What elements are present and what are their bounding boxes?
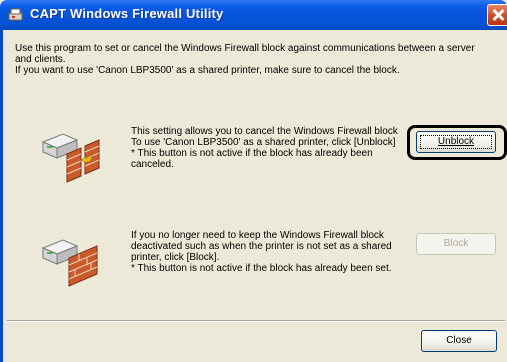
block-line: * This button is not active if the block… xyxy=(131,263,392,274)
dialog-body: Use this program to set or cancel the Wi… xyxy=(0,30,507,362)
close-button-label: Close xyxy=(446,335,472,346)
block-line: deactivated such as when the printer is … xyxy=(131,241,392,252)
unblock-line: This setting allows you to cancel the Wi… xyxy=(131,126,398,137)
block-button[interactable]: Block xyxy=(416,233,496,255)
close-icon[interactable] xyxy=(487,4,507,26)
intro-line: Use this program to set or cancel the Wi… xyxy=(15,43,475,54)
intro-line: and clients. xyxy=(15,54,66,65)
unblock-button[interactable]: Unblock xyxy=(416,131,496,153)
intro-line: If you want to use 'Canon LBP3500' as a … xyxy=(15,65,400,76)
close-button[interactable]: Close xyxy=(421,330,497,352)
intro-text: Use this program to set or cancel the Wi… xyxy=(15,43,505,76)
printer-firewall-open-icon xyxy=(41,133,100,183)
block-line: printer, click [Block]. xyxy=(131,252,220,263)
firewall-utility-window: CAPT Windows Firewall Utility Use this p… xyxy=(0,0,507,362)
window-title: CAPT Windows Firewall Utility xyxy=(30,6,224,21)
footer-separator xyxy=(7,320,505,322)
unblock-description: This setting allows you to cancel the Wi… xyxy=(131,126,403,170)
canon-printer-icon xyxy=(8,8,23,21)
title-bar[interactable]: CAPT Windows Firewall Utility xyxy=(0,0,507,30)
unblock-line: To use 'Canon LBP3500' as a shared print… xyxy=(131,137,396,148)
printer-firewall-wall-icon xyxy=(41,239,98,287)
unblock-line: * This button is not active if the block… xyxy=(131,148,373,159)
block-line: If you no longer need to keep the Window… xyxy=(131,230,384,241)
block-button-label: Block xyxy=(443,238,469,249)
block-description: If you no longer need to keep the Window… xyxy=(131,230,421,274)
unblock-line: canceled. xyxy=(131,159,174,170)
unblock-button-label: Unblock xyxy=(437,136,475,147)
